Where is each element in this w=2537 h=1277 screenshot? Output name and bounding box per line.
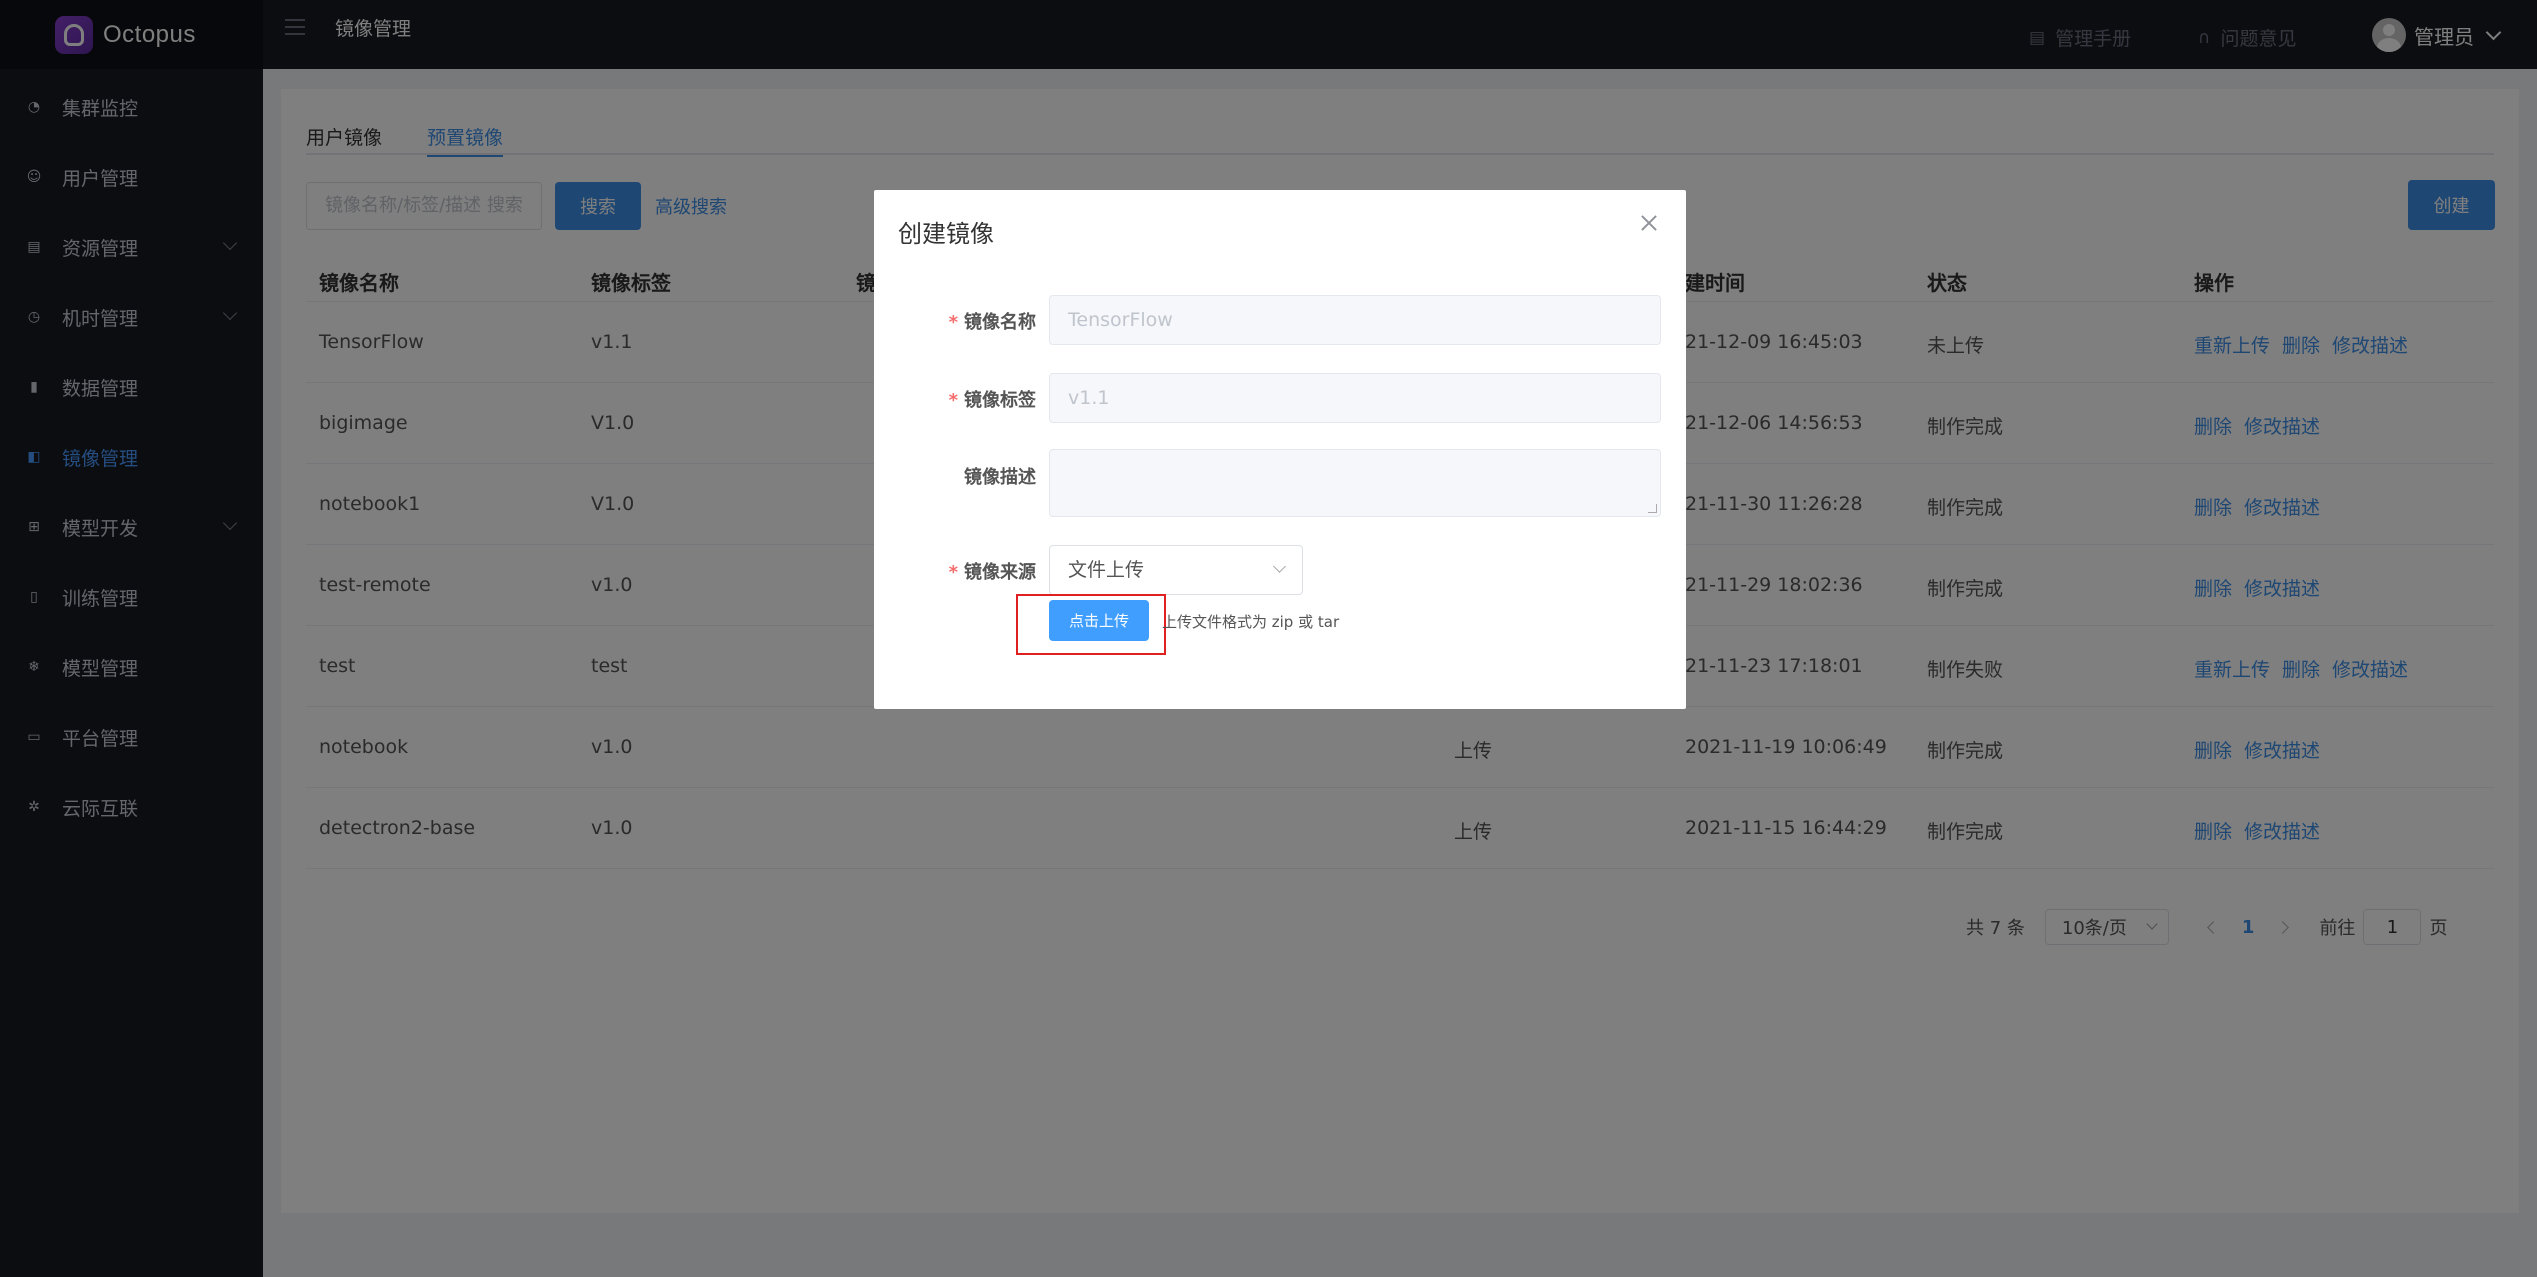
required-mark: * [948, 562, 958, 583]
source-label-text: 镜像来源 [964, 562, 1036, 583]
name-label-text: 镜像名称 [964, 312, 1036, 333]
create-image-dialog: 创建镜像 * 镜像名称 TensorFlow * 镜像标签 v1.1 镜像描述 * 镜… [874, 190, 1686, 709]
required-mark: * [948, 390, 958, 411]
source-select-value: 文件上传 [1068, 559, 1145, 581]
desc-textarea[interactable] [1049, 449, 1661, 517]
source-label: * 镜像来源 [874, 558, 1036, 584]
upload-tip: 上传文件格式为 zip 或 tar [1162, 613, 1340, 631]
name-label: * 镜像名称 [874, 308, 1036, 334]
chevron-down-icon [1273, 560, 1286, 573]
required-mark: * [948, 312, 958, 333]
dialog-title: 创建镜像 [898, 220, 994, 248]
desc-label: 镜像描述 [964, 467, 1036, 488]
tag-label-text: 镜像标签 [964, 390, 1036, 411]
highlight-box [1016, 594, 1166, 655]
close-icon[interactable] [1640, 214, 1658, 232]
tag-label: * 镜像标签 [874, 386, 1036, 412]
name-input[interactable]: TensorFlow [1049, 295, 1661, 345]
source-select[interactable]: 文件上传 [1049, 545, 1303, 595]
tag-input[interactable]: v1.1 [1049, 373, 1661, 423]
